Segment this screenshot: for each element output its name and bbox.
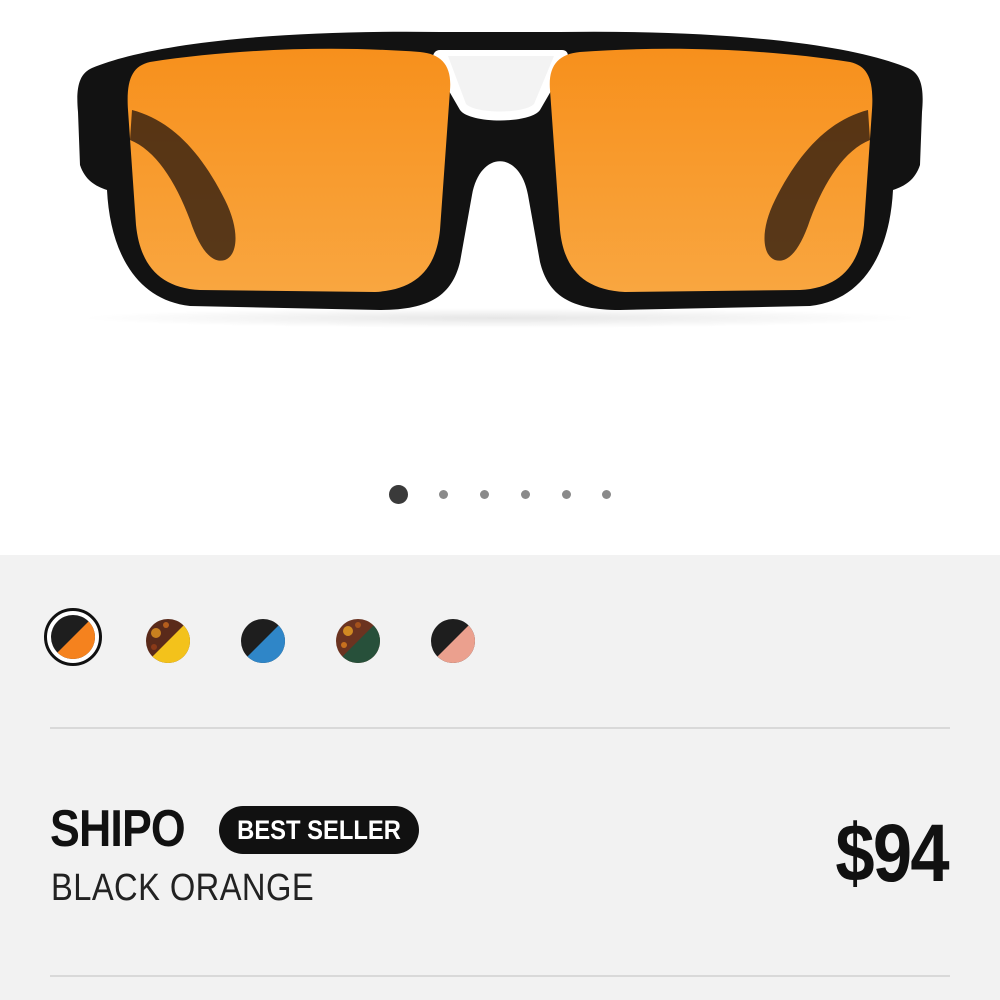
badge-label: BEST SELLER (237, 814, 401, 845)
swatch-tortoise-yellow[interactable] (146, 619, 190, 663)
swatch-tortoise-green[interactable] (336, 619, 380, 663)
carousel-dot-4[interactable] (521, 490, 530, 499)
carousel-pagination (0, 483, 1000, 505)
product-gallery (0, 0, 1000, 555)
carousel-dot-3[interactable] (480, 490, 489, 499)
product-price: $94 (835, 808, 949, 899)
divider-bottom (50, 975, 950, 977)
swatch-black-orange[interactable] (51, 615, 95, 659)
divider-top (50, 727, 950, 729)
swatch-black-pink[interactable] (431, 619, 475, 663)
carousel-dot-2[interactable] (439, 490, 448, 499)
carousel-dot-5[interactable] (562, 490, 571, 499)
carousel-dot-6[interactable] (602, 490, 611, 499)
carousel-dot-1[interactable] (389, 485, 408, 504)
product-color-name: BLACK ORANGE (51, 867, 315, 909)
sunglasses-image (77, 31, 923, 328)
product-name: SHIPO (50, 800, 186, 858)
best-seller-badge: BEST SELLER (219, 806, 419, 854)
product-info-panel: SHIPO BEST SELLER BLACK ORANGE $94 (0, 555, 1000, 1000)
swatch-black-blue[interactable] (241, 619, 285, 663)
